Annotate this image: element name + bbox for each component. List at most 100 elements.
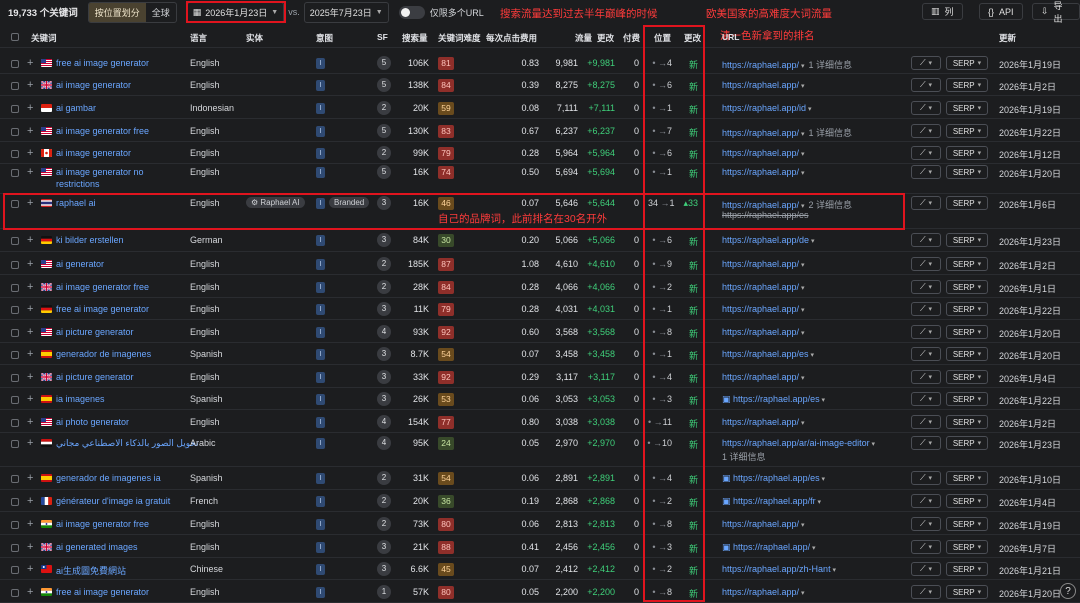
date-compare-dropdown[interactable]: 2025年7月23日 ▼: [303, 1, 389, 23]
serp-features-count[interactable]: 5: [377, 78, 391, 92]
trend-button[interactable]: ⟋ ▾: [911, 78, 941, 92]
add-icon[interactable]: +: [27, 102, 33, 114]
serp-features-count[interactable]: 3: [377, 562, 391, 576]
ranking-url[interactable]: https://raphael.app/ ▾: [722, 80, 805, 90]
row-checkbox[interactable]: [11, 60, 19, 68]
add-icon[interactable]: +: [27, 125, 33, 137]
serp-features-count[interactable]: 1: [377, 585, 391, 599]
serp-button[interactable]: SERP ▾: [946, 562, 988, 576]
keyword-link[interactable]: ai gambar: [56, 103, 96, 113]
header-intent[interactable]: 意图: [316, 32, 333, 44]
trend-button[interactable]: ⟋ ▾: [911, 146, 941, 160]
add-icon[interactable]: +: [27, 234, 33, 246]
add-icon[interactable]: +: [27, 541, 33, 553]
trend-button[interactable]: ⟋ ▾: [911, 517, 941, 531]
serp-features-count[interactable]: 2: [377, 471, 391, 485]
row-checkbox[interactable]: [11, 284, 19, 292]
keyword-link[interactable]: free ai image generator: [56, 587, 149, 597]
trend-button[interactable]: ⟋ ▾: [911, 233, 941, 247]
serp-button[interactable]: SERP ▾: [946, 370, 988, 384]
header-pos_change[interactable]: 更改: [684, 32, 701, 44]
trend-button[interactable]: ⟋ ▾: [911, 585, 941, 599]
serp-features-count[interactable]: 2: [377, 280, 391, 294]
header-change[interactable]: 更改: [597, 32, 614, 44]
keyword-link[interactable]: raphael ai: [56, 198, 96, 208]
trend-button[interactable]: ⟋ ▾: [911, 124, 941, 138]
keyword-link[interactable]: تحويل الصور بالذكاء الاصطناعي مجاني: [56, 438, 199, 449]
keyword-link[interactable]: free ai image generator: [56, 58, 149, 68]
serp-features-count[interactable]: 3: [377, 370, 391, 384]
serp-features-count[interactable]: 3: [377, 233, 391, 247]
trend-button[interactable]: ⟋ ▾: [911, 280, 941, 294]
serp-features-count[interactable]: 3: [377, 302, 391, 316]
row-checkbox[interactable]: [11, 589, 19, 597]
serp-button[interactable]: SERP ▾: [946, 280, 988, 294]
row-checkbox[interactable]: [11, 261, 19, 269]
serp-button[interactable]: SERP ▾: [946, 494, 988, 508]
trend-button[interactable]: ⟋ ▾: [911, 436, 941, 450]
row-checkbox[interactable]: [11, 419, 19, 427]
serp-button[interactable]: SERP ▾: [946, 257, 988, 271]
serp-features-count[interactable]: 3: [377, 196, 391, 210]
add-icon[interactable]: +: [27, 586, 33, 598]
entity-tag[interactable]: ⚙ Raphael AI: [246, 197, 305, 208]
header-lang[interactable]: 语言: [190, 32, 207, 44]
segment-by-position[interactable]: 按位置划分: [88, 2, 146, 22]
trend-button[interactable]: ⟋ ▾: [911, 540, 941, 554]
serp-button[interactable]: SERP ▾: [946, 146, 988, 160]
serp-button[interactable]: SERP ▾: [946, 347, 988, 361]
keyword-link[interactable]: ai image generator: [56, 80, 131, 90]
url-details[interactable]: 2 详细信息: [809, 200, 853, 210]
row-checkbox[interactable]: [11, 82, 19, 90]
ranking-url[interactable]: https://raphael.app/zh-Hant ▾: [722, 564, 836, 574]
keyword-link[interactable]: générateur d'image ia gratuit: [56, 496, 170, 506]
keyword-link-line2[interactable]: restrictions: [56, 179, 100, 189]
keyword-link[interactable]: ki bilder erstellen: [56, 235, 124, 245]
serp-features-count[interactable]: 2: [377, 146, 391, 160]
row-checkbox[interactable]: [11, 329, 19, 337]
trend-button[interactable]: ⟋ ▾: [911, 471, 941, 485]
keyword-link[interactable]: ai picture generator: [56, 327, 134, 337]
serp-features-count[interactable]: 4: [377, 415, 391, 429]
ranking-url[interactable]: ▣ https://raphael.app/fr ▾: [722, 496, 821, 507]
serp-button[interactable]: SERP ▾: [946, 101, 988, 115]
header-position[interactable]: 位置: [654, 32, 671, 44]
ranking-url[interactable]: https://raphael.app/ ▾: [722, 372, 805, 382]
serp-button[interactable]: SERP ▾: [946, 196, 988, 210]
row-checkbox[interactable]: [11, 351, 19, 359]
ranking-url[interactable]: https://raphael.app/ ▾: [722, 282, 805, 292]
serp-button[interactable]: SERP ▾: [946, 233, 988, 247]
ranking-url[interactable]: https://raphael.app/ar/ai-image-editor ▾: [722, 438, 875, 448]
ranking-url[interactable]: https://raphael.app/ ▾ 1 详细信息: [722, 58, 852, 71]
keyword-link[interactable]: ai生成圖免費網站: [56, 564, 126, 577]
add-icon[interactable]: +: [27, 258, 33, 270]
row-checkbox[interactable]: [11, 237, 19, 245]
ranking-url-secondary[interactable]: https://raphael.app/es: [722, 210, 809, 220]
add-icon[interactable]: +: [27, 371, 33, 383]
serp-features-count[interactable]: 2: [377, 494, 391, 508]
serp-features-count[interactable]: 3: [377, 392, 391, 406]
ranking-url[interactable]: https://raphael.app/de ▾: [722, 235, 815, 245]
header-cpc[interactable]: 每次点击费用: [486, 32, 537, 44]
add-icon[interactable]: +: [27, 495, 33, 507]
trend-button[interactable]: ⟋ ▾: [911, 257, 941, 271]
add-icon[interactable]: +: [27, 393, 33, 405]
url-details[interactable]: 1 详细信息: [809, 60, 853, 70]
api-button[interactable]: {} API: [979, 3, 1023, 20]
ranking-url[interactable]: https://raphael.app/id ▾: [722, 103, 812, 113]
serp-features-count[interactable]: 5: [377, 165, 391, 179]
trend-button[interactable]: ⟋ ▾: [911, 347, 941, 361]
row-checkbox[interactable]: [11, 498, 19, 506]
serp-button[interactable]: SERP ▾: [946, 165, 988, 179]
serp-button[interactable]: SERP ▾: [946, 392, 988, 406]
header-paid[interactable]: 付费: [623, 32, 640, 44]
keyword-link[interactable]: ai generated images: [56, 542, 138, 552]
serp-features-count[interactable]: 3: [377, 540, 391, 554]
serp-features-count[interactable]: 2: [377, 517, 391, 531]
ranking-url[interactable]: ▣ https://raphael.app/es ▾: [722, 394, 825, 405]
keyword-link[interactable]: generador de imagenes ia: [56, 473, 161, 483]
serp-button[interactable]: SERP ▾: [946, 302, 988, 316]
header-volume[interactable]: 搜索量: [402, 32, 428, 44]
ranking-url[interactable]: https://raphael.app/ ▾: [722, 327, 805, 337]
keyword-link[interactable]: ai generator: [56, 259, 104, 269]
